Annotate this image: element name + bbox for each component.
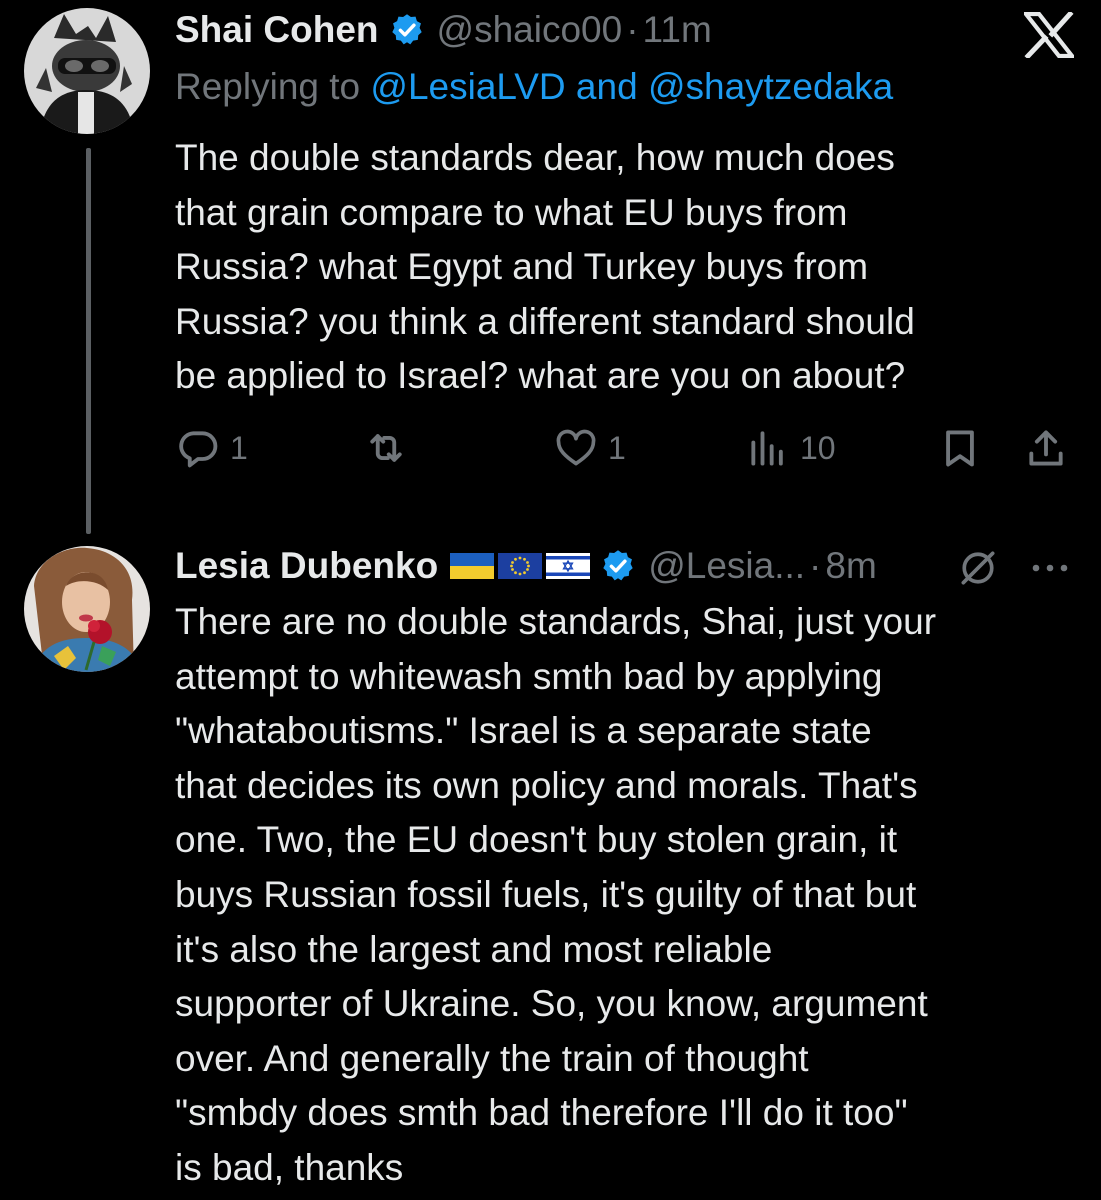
tweet-text: The double standards dear, how much does…	[175, 131, 915, 404]
timestamp[interactable]: 11m	[643, 6, 712, 54]
verified-badge-icon	[391, 14, 422, 45]
author-handle[interactable]: @shaico00	[437, 6, 623, 54]
separator: ·	[626, 9, 639, 50]
mention-link[interactable]: @LesiaLVD	[370, 66, 565, 107]
like-icon	[556, 429, 596, 466]
text-line: There are no double standards, Shai, jus…	[175, 601, 937, 642]
tweet-header: Shai Cohen @shaico00 · 11m	[175, 6, 712, 54]
text-line: that grain compare to what EU buys from	[175, 191, 848, 233]
text-line: that decides its own policy and morals. …	[175, 764, 918, 806]
author-name[interactable]: Shai Cohen	[175, 6, 379, 54]
separator: ·	[809, 545, 822, 586]
action-bar: 1 1 10	[0, 420, 1101, 476]
text-line: Russia? you think a different standard s…	[175, 300, 915, 342]
avatar[interactable]	[24, 546, 150, 672]
like-button[interactable]: 1	[554, 426, 626, 470]
bookmark-button[interactable]	[938, 426, 992, 470]
avatar[interactable]	[24, 8, 150, 134]
text-line: Russia? what Egypt and Turkey buys from	[175, 246, 869, 288]
text-line: supporter of Ukraine. So, you know, argu…	[175, 983, 928, 1025]
view-count: 10	[800, 429, 836, 466]
views-icon	[751, 431, 783, 466]
verified-badge-icon	[603, 550, 633, 581]
reply-count: 1	[230, 429, 248, 466]
text-line: one. Two, the EU doesn't buy stolen grai…	[175, 819, 898, 861]
text-line: The double standards dear, how much does	[175, 137, 895, 178]
tweet-text: There are no double standards, Shai, jus…	[175, 595, 936, 1196]
like-count: 1	[608, 429, 626, 466]
share-button[interactable]	[1024, 426, 1078, 470]
reply-icon	[179, 431, 218, 468]
retweet-button[interactable]	[364, 426, 418, 470]
text-line: be applied to Israel? what are you on ab…	[175, 355, 906, 397]
thread-connector-line	[86, 148, 91, 534]
views-button[interactable]: 10	[746, 426, 836, 470]
text-line: over. And generally the train of thought	[175, 1037, 809, 1079]
text-line: it's also the largest and most reliable	[175, 928, 773, 970]
more-icon[interactable]	[1028, 560, 1072, 576]
retweet-icon	[370, 434, 402, 462]
replying-and: and	[575, 66, 638, 107]
text-line: "whataboutisms." Israel is a separate st…	[175, 710, 872, 752]
israel-flag-icon	[546, 553, 591, 579]
text-line: "smbdy does smth bad therefore I'll do i…	[175, 1092, 908, 1134]
tweet-header: Lesia Dubenko @Lesia... · 8m	[175, 542, 877, 590]
eu-flag-icon	[498, 553, 543, 579]
timestamp[interactable]: 8m	[825, 542, 876, 590]
share-icon	[1029, 430, 1063, 466]
author-handle[interactable]: @Lesia...	[648, 542, 805, 590]
replying-prefix: Replying to	[175, 66, 361, 107]
replying-to: Replying to @LesiaLVD and @shaytzedaka	[175, 63, 893, 111]
text-line: buys Russian fossil fuels, it's guilty o…	[175, 873, 917, 915]
reply-button[interactable]: 1	[176, 426, 248, 470]
ukraine-flag-icon	[450, 553, 495, 579]
mention-link[interactable]: @shaytzedaka	[648, 66, 893, 107]
author-name[interactable]: Lesia Dubenko	[175, 542, 438, 590]
text-line: is bad, thanks	[175, 1146, 404, 1188]
x-logo-icon[interactable]	[1024, 12, 1074, 58]
text-line: attempt to whitewash smth bad by applyin…	[175, 655, 883, 697]
flag-emoji-group	[450, 553, 594, 579]
bookmark-icon	[946, 430, 974, 467]
muted-icon[interactable]	[956, 546, 1000, 590]
